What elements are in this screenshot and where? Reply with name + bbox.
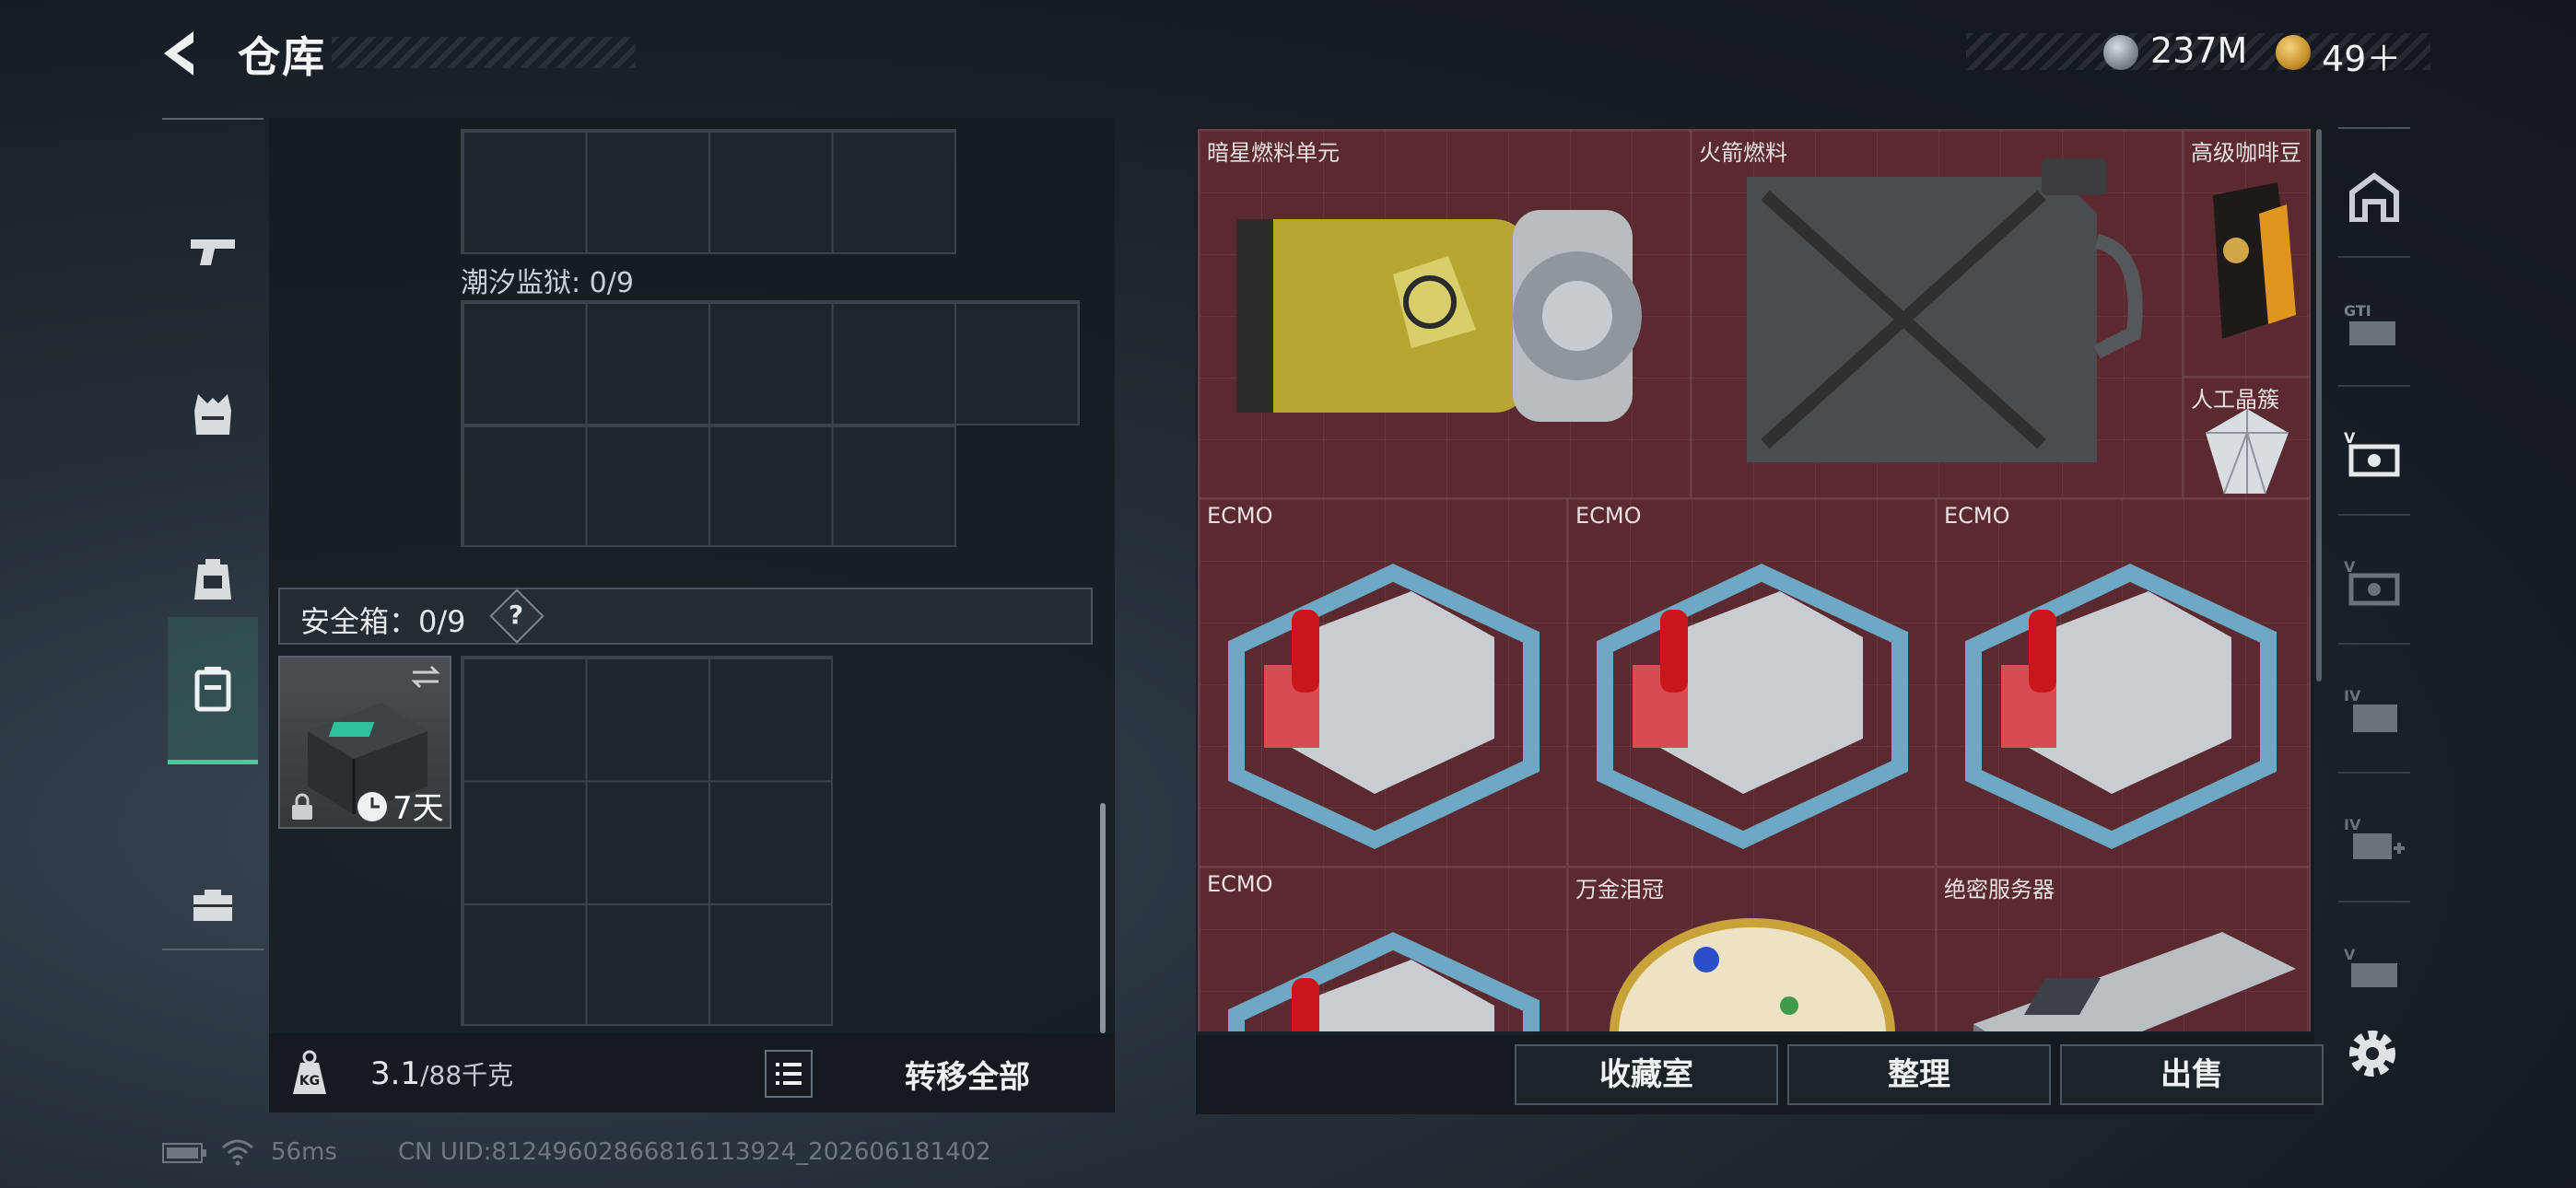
gti-tab-icon: GTI — [2344, 302, 2395, 345]
token-balance[interactable]: 49＋ — [2322, 30, 2401, 81]
iv-tab-icon: IV — [2344, 687, 2397, 732]
pistol-icon — [191, 239, 235, 265]
weight-limit: /88千克 — [420, 1060, 514, 1090]
coin-icon — [2103, 35, 2138, 70]
category-vest[interactable] — [168, 341, 258, 488]
item-name: ECMO — [1207, 503, 1273, 529]
token-icon — [2276, 35, 2311, 70]
svg-text:IV: IV — [2344, 687, 2361, 705]
svg-text:V: V — [2344, 558, 2356, 576]
category-toolbox[interactable] — [168, 831, 258, 978]
sell-button[interactable]: 出售 — [2060, 1044, 2324, 1105]
svg-text:IV: IV — [2344, 816, 2361, 833]
ecmo-image — [1597, 564, 1908, 849]
safebox-icon — [194, 666, 231, 711]
left-scrollbar[interactable] — [1100, 803, 1106, 1033]
storage-item-coffee[interactable]: 高级咖啡豆 — [2182, 129, 2311, 378]
fuel-cell-image — [1236, 210, 1642, 422]
storage-item-crown[interactable]: 万金泪冠 — [1566, 866, 1937, 1031]
tide-prison-label: 潮汐监狱: 0/9 — [461, 267, 634, 299]
storage-item-fuel-cell[interactable]: 暗星燃料单元 — [1198, 129, 1692, 499]
category-safebox[interactable] — [168, 617, 258, 764]
storage-item-server[interactable]: 绝密服务器 — [1935, 866, 2311, 1031]
storage-tab-gti[interactable]: GTI — [2338, 267, 2410, 387]
title-decoration — [332, 37, 636, 68]
container-grid-top[interactable] — [461, 129, 956, 254]
ecmo-image — [1228, 564, 1540, 849]
storage-item-ecmo[interactable]: ECMO — [1566, 497, 1937, 868]
storage-tabs: GTI V V IV IV V — [2338, 127, 2410, 1013]
category-sidebar — [162, 118, 263, 950]
safebox-label: 安全箱：0/9 — [300, 604, 466, 639]
swap-icon[interactable] — [409, 663, 442, 691]
item-name: 暗星燃料单元 — [1207, 140, 1340, 166]
tide-prison-grid-row2[interactable] — [461, 424, 956, 547]
item-name: ECMO — [1944, 503, 2010, 529]
coffee-bag-image — [2213, 182, 2296, 339]
item-name: 高级咖啡豆 — [2191, 140, 2301, 166]
v-tab-2-icon: V — [2344, 558, 2400, 606]
v-tab-3-icon: V — [2344, 946, 2397, 987]
lock-icon — [292, 793, 312, 820]
safebox-grid[interactable] — [461, 656, 833, 1026]
v-tab-icon: V — [2344, 429, 2400, 477]
item-name: ECMO — [1207, 871, 1273, 897]
svg-text:V: V — [2344, 429, 2356, 447]
carry-weight: 3.1/88千克 — [370, 1055, 513, 1092]
server-image — [1973, 932, 2296, 1031]
storage-item-crystal[interactable]: 人工晶簇 — [2182, 376, 2311, 499]
collection-room-button[interactable]: 收藏室 — [1515, 1044, 1778, 1105]
tide-prison-grid-row1[interactable] — [461, 300, 1080, 425]
storage-scrollbar[interactable] — [2316, 129, 2322, 681]
backpack-icon — [194, 559, 231, 600]
crystal-image — [2206, 409, 2289, 495]
svg-text:KG: KG — [299, 1074, 320, 1089]
ecmo-image — [1228, 932, 1540, 1031]
storage-tab-iv-add[interactable]: IV — [2338, 783, 2410, 903]
coin-balance: 237M — [2150, 30, 2248, 71]
user-uid: CN UID:81249602866816113924_202606181402 — [398, 1138, 991, 1166]
transfer-all-button[interactable]: 转移全部 — [848, 1052, 1087, 1097]
vest-icon — [194, 394, 231, 435]
page-title: 仓库 — [238, 32, 326, 82]
back-button[interactable] — [157, 26, 212, 81]
ping-value: 56ms — [271, 1138, 337, 1166]
back-arrow-icon — [164, 31, 193, 76]
organize-button[interactable]: 整理 — [1787, 1044, 2051, 1105]
svg-text:V: V — [2344, 946, 2356, 963]
help-button[interactable]: ? — [498, 597, 534, 634]
ecmo-image — [1965, 564, 2277, 849]
iv-add-tab-icon: IV — [2344, 816, 2405, 859]
storage-tab-v3[interactable]: V — [2338, 912, 2410, 1031]
home-tab-icon — [2349, 172, 2399, 222]
storage-item-ecmo[interactable]: ECMO — [1198, 866, 1568, 1031]
toolbox-icon — [193, 890, 232, 921]
jerrycan-image — [1747, 158, 2143, 462]
storage-item-ecmo[interactable]: ECMO — [1935, 497, 2311, 868]
storage-tab-v-selected[interactable]: V — [2338, 396, 2410, 516]
list-icon — [776, 1063, 802, 1085]
weight-value: 3.1 — [370, 1055, 421, 1092]
storage-grid: 暗星燃料单元 火箭燃料 高级咖啡豆 人工晶簇 ECMO ECMO ECMO EC… — [1198, 129, 2311, 1031]
item-name: ECMO — [1575, 503, 1642, 529]
svg-text:GTI: GTI — [2344, 302, 2371, 320]
wifi-icon — [222, 1139, 253, 1166]
gear-icon — [2349, 1031, 2395, 1077]
storage-item-ecmo[interactable]: ECMO — [1198, 497, 1568, 868]
storage-tab-iv[interactable]: IV — [2338, 654, 2410, 774]
category-pistol[interactable] — [168, 177, 258, 324]
storage-tab-v2[interactable]: V — [2338, 525, 2410, 645]
safebox-duration: 7天 — [392, 790, 444, 827]
settings-button[interactable] — [2343, 1024, 2402, 1083]
weight-icon: KG — [293, 1050, 326, 1094]
battery-icon — [162, 1143, 206, 1163]
crown-image — [1610, 918, 1895, 1031]
storage-item-rocket-fuel[interactable]: 火箭燃料 — [1690, 129, 2184, 499]
list-view-button[interactable] — [765, 1050, 813, 1098]
storage-tab-home[interactable] — [2338, 138, 2410, 258]
clock-icon — [357, 792, 387, 821]
